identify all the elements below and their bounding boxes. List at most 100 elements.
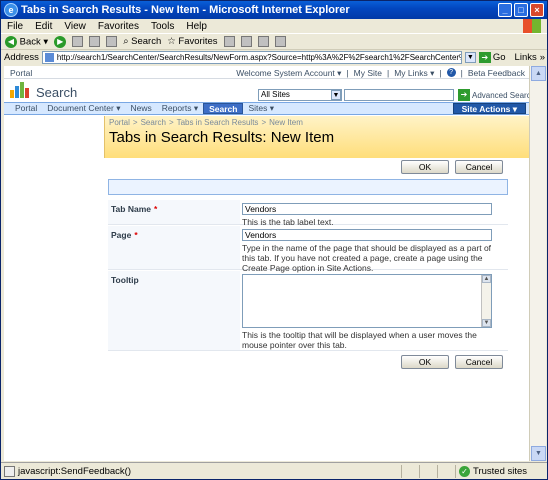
scroll-down-icon[interactable]: ▼ [531,446,546,461]
menu-help[interactable]: Help [186,21,207,32]
tab-search[interactable]: Search [203,103,244,114]
tab-sites[interactable]: Sites ▾ [243,103,279,114]
scope-value: All Sites [261,90,290,99]
tab-portal[interactable]: Portal [10,103,42,114]
bottom-button-row: OK Cancel [401,355,503,369]
back-label: Back [19,36,41,48]
tab-news[interactable]: News [125,103,156,114]
back-arrow-icon: ◀ [5,35,17,48]
beta-feedback-link[interactable]: Beta Feedback [468,68,525,79]
address-input[interactable]: http://search1/SearchCenter/SearchResult… [41,51,462,64]
page-row: Page* Type in the name of the page that … [108,226,508,273]
ok-button[interactable]: OK [401,160,449,174]
scroll-down-icon[interactable]: ▼ [482,319,491,327]
mail-icon[interactable] [240,36,252,47]
page-title-area: Portal > Search > Tabs in Search Results > New… [104,116,529,158]
page-label-text: Page [111,230,132,240]
search-input[interactable] [344,89,454,101]
chevron-down-icon: ▼ [331,90,341,100]
ie-icon: e [4,3,18,17]
refresh-icon[interactable] [89,36,101,47]
tab-name-label-text: Tab Name [111,204,151,214]
separator: | [346,68,349,78]
site-title[interactable]: Search [36,85,77,100]
status-pane [401,464,419,478]
search-label: Search [131,36,162,47]
status-text: javascript:SendFeedback() [18,465,131,477]
zone-label: Trusted sites [473,465,528,477]
ok-button-bottom[interactable]: OK [401,355,449,369]
print-icon[interactable] [257,36,269,47]
tab-document-center[interactable]: Document Center ▾ [42,103,125,114]
menu-bar: File Edit View Favorites Tools Help [1,19,547,33]
back-button[interactable]: ◀ Back ▾ [5,35,48,48]
page-description: Type in the name of the page that should… [242,243,492,273]
page-status-icon [4,465,15,477]
toolbar: ◀ Back ▾ ▶ ⌕ Search ☆ Favorites [1,33,547,49]
go-arrow-icon: ➔ [478,52,491,63]
minimize-button[interactable]: _ [498,3,512,17]
favorites-button[interactable]: ☆ Favorites [167,36,217,47]
site-header: Search All Sites ▼ ➔ Advanced Search [4,80,529,102]
page-title: Tabs in Search Results: New Item [109,129,335,146]
menu-view[interactable]: View [64,21,86,32]
status-pane [437,464,455,478]
scroll-up-icon[interactable]: ▲ [531,66,546,81]
address-dropdown-icon[interactable]: ▼ [464,52,476,63]
address-label: Address [4,52,39,63]
tab-name-label: Tab Name * [108,200,240,224]
home-icon[interactable] [106,36,118,47]
maximize-button[interactable]: □ [514,3,528,17]
menu-favorites[interactable]: Favorites [98,21,139,32]
page-scrollbar[interactable]: ▲ ▼ [529,66,546,461]
go-button[interactable]: ➔ Go [478,52,506,63]
site-actions-menu[interactable]: Site Actions ▾ [452,103,526,114]
forward-button[interactable]: ▶ [54,35,67,48]
separator: | [439,68,442,78]
global-links-bar: Portal Welcome System Account ▾ | My Sit… [4,66,529,79]
menu-tools[interactable]: Tools [151,21,174,32]
advanced-search-link[interactable]: Advanced Search [472,91,529,100]
top-nav-tabs: Portal Document Center ▾ News Reports ▾ … [4,102,529,115]
breadcrumb-search[interactable]: Search [141,118,166,127]
stop-icon[interactable] [72,36,84,47]
breadcrumb-list[interactable]: Tabs in Search Results [177,118,259,127]
menu-edit[interactable]: Edit [35,21,52,32]
my-site-link[interactable]: My Site [354,68,382,79]
breadcrumb: Portal > Search > Tabs in Search Results > New… [109,118,303,127]
welcome-menu[interactable]: Welcome System Account ▾ [236,68,341,79]
portal-link[interactable]: Portal [10,68,32,78]
my-links-menu[interactable]: My Links ▾ [394,68,434,79]
tab-name-input[interactable] [242,203,492,215]
status-pane [419,464,437,478]
textarea-scrollbar[interactable]: ▲ ▼ [481,275,491,327]
menu-file[interactable]: File [7,21,23,32]
search-button[interactable]: ⌕ Search [123,36,161,47]
search-go-icon[interactable]: ➔ [458,89,470,101]
edit-icon[interactable] [274,36,286,47]
address-url: http://search1/SearchCenter/SearchResult… [56,53,461,62]
left-navigation [4,116,104,461]
tab-name-row: Tab Name* This is the tab label text. [108,200,508,227]
window-title: Tabs in Search Results - New Item - Micr… [21,4,350,16]
links-button[interactable]: Links [515,52,537,63]
tab-reports[interactable]: Reports ▾ [157,103,203,114]
close-button[interactable]: × [530,3,544,17]
cancel-button[interactable]: Cancel [455,160,503,174]
scroll-up-icon[interactable]: ▲ [482,275,491,283]
security-zone: ✓ Trusted sites [455,464,547,478]
page-content: Portal Welcome System Account ▾ | My Sit… [4,66,529,461]
history-icon[interactable] [223,36,235,47]
tooltip-row: Tooltip ▲ ▼ This is the tooltip that wil… [108,271,508,351]
tooltip-textarea[interactable]: ▲ ▼ [242,274,492,328]
page-input[interactable] [242,229,492,241]
status-bar: javascript:SendFeedback() ✓ Trusted site… [1,462,547,479]
required-marker: * [154,204,158,214]
breadcrumb-portal[interactable]: Portal [109,118,130,127]
address-bar: Address http://search1/SearchCenter/Sear… [1,49,547,65]
search-scope-select[interactable]: All Sites ▼ [258,89,342,101]
links-chevron-icon[interactable]: » [540,52,545,63]
title-bar: e Tabs in Search Results - New Item - Mi… [1,1,547,19]
help-icon[interactable]: ? [446,68,456,77]
cancel-button-bottom[interactable]: Cancel [455,355,503,369]
